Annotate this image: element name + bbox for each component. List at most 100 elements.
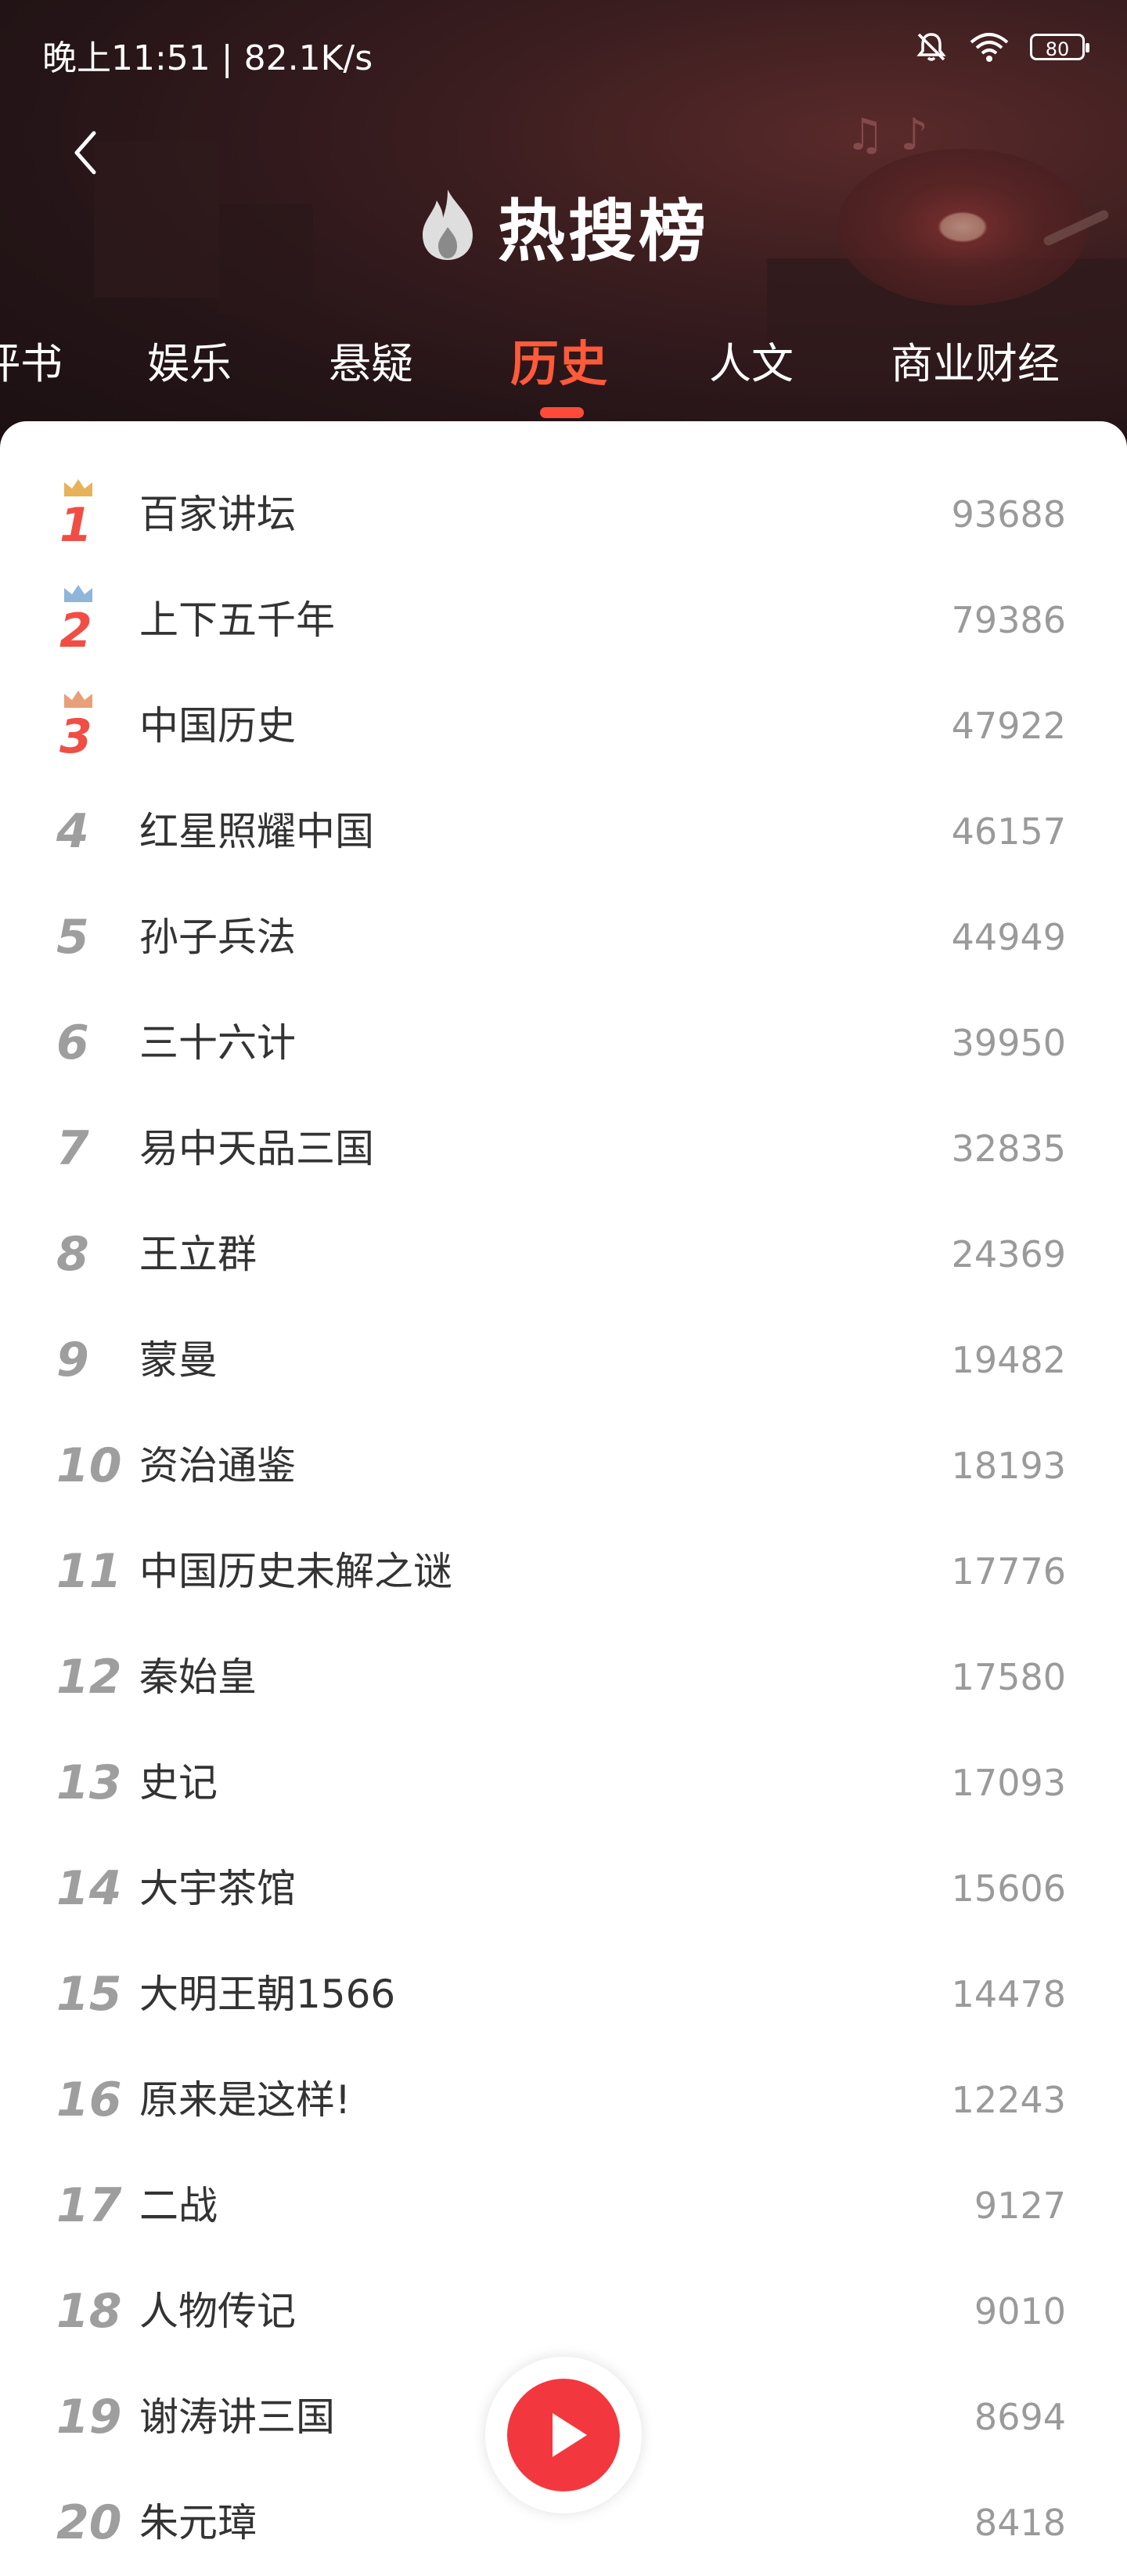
item-title: 蒙曼 (139, 1337, 218, 1383)
list-item[interactable]: 1 百家讲坛 93688 (0, 462, 1127, 568)
item-heat-count: 19482 (951, 1339, 1066, 1381)
tab-business-finance[interactable]: 商业财经 (891, 329, 1060, 391)
rank-label: 3 (59, 709, 92, 764)
tab-pingshu[interactable]: 评书 (0, 329, 63, 391)
rank-number: 14 (47, 1836, 125, 1942)
list-item[interactable]: 9 蒙曼 19482 (0, 1308, 1127, 1413)
rank-number: 5 (47, 885, 125, 990)
list-item[interactable]: 4 红星照耀中国 46157 (0, 779, 1127, 885)
ranking-card: 1 百家讲坛 93688 2 上下五千年 79386 3 中国历史 47922 4 红星照耀中国 46… (0, 421, 1127, 2550)
rank-label: 1 (59, 498, 92, 553)
item-heat-count: 44949 (951, 916, 1066, 958)
item-title: 中国历史 (139, 703, 296, 749)
item-title: 中国历史未解之谜 (139, 1549, 452, 1594)
rank-label: 8 (56, 1227, 89, 1282)
list-item[interactable]: 15 大明王朝1566 14478 (0, 1942, 1127, 2047)
list-item[interactable]: 3 中国历史 47922 (0, 673, 1127, 779)
item-heat-count: 9127 (974, 2185, 1066, 2227)
page-title: 热搜榜 (498, 193, 709, 271)
list-item[interactable]: 16 原来是这样! 12243 (0, 2047, 1127, 2153)
item-title: 秦始皇 (139, 1654, 257, 1700)
player-float[interactable] (485, 2357, 642, 2513)
rank-label: 12 (56, 1650, 122, 1705)
list-item[interactable]: 17 二战 9127 (0, 2153, 1127, 2259)
tab-humanities[interactable]: 人文 (709, 329, 794, 391)
status-bar: 晚上11:51 | 82.1K/s 80 (0, 0, 1127, 102)
status-icons: 80 (914, 30, 1089, 64)
item-heat-count: 39950 (951, 1022, 1066, 1064)
rank-number: 18 (47, 2259, 125, 2365)
item-heat-count: 17580 (951, 1656, 1066, 1698)
item-heat-count: 47922 (951, 705, 1066, 747)
rank-label: 7 (56, 1121, 89, 1176)
back-button[interactable] (63, 125, 110, 180)
rank-number: 8 (47, 1202, 125, 1308)
rank-label: 14 (56, 1861, 122, 1916)
rank-label: 9 (56, 1333, 89, 1387)
list-item[interactable]: 11 中国历史未解之谜 17776 (0, 1519, 1127, 1625)
rank-label: 15 (56, 1967, 122, 2022)
item-heat-count: 18193 (951, 1445, 1066, 1487)
bell-off-icon (914, 30, 949, 64)
item-heat-count: 17776 (951, 1550, 1066, 1593)
list-item[interactable]: 7 易中天品三国 32835 (0, 1096, 1127, 1202)
list-item[interactable]: 14 大宇茶馆 15606 (0, 1836, 1127, 1942)
tab-entertainment[interactable]: 娱乐 (147, 329, 232, 391)
rank-number: 2 (47, 568, 125, 673)
item-title: 易中天品三国 (139, 1126, 374, 1171)
item-heat-count: 8418 (974, 2502, 1066, 2544)
category-tabs: 评书 娱乐 悬疑 历史 人文 商业财经 (0, 329, 1127, 392)
rank-label: 16 (56, 2073, 122, 2127)
item-title: 朱元璋 (139, 2500, 257, 2545)
rank-number: 11 (47, 1519, 125, 1625)
list-item[interactable]: 5 孙子兵法 44949 (0, 885, 1127, 990)
list-item[interactable]: 18 人物传记 9010 (0, 2259, 1127, 2365)
list-item[interactable]: 10 资治通鉴 18193 (0, 1413, 1127, 1519)
item-title: 资治通鉴 (139, 1443, 296, 1488)
rank-number: 20 (47, 2470, 125, 2576)
rank-number: 12 (47, 1625, 125, 1730)
item-heat-count: 8694 (974, 2396, 1066, 2438)
rank-number: 7 (47, 1096, 125, 1202)
item-title: 孙子兵法 (139, 915, 296, 960)
wifi-icon (969, 31, 1010, 63)
list-item[interactable]: 12 秦始皇 17580 (0, 1625, 1127, 1730)
play-button[interactable] (507, 2379, 620, 2491)
item-title: 原来是这样! (139, 2077, 351, 2123)
rank-label: 5 (56, 910, 89, 965)
tab-suspense[interactable]: 悬疑 (329, 329, 413, 391)
list-item[interactable]: 6 三十六计 39950 (0, 990, 1127, 1096)
rank-number: 9 (47, 1308, 125, 1413)
item-heat-count: 15606 (951, 1867, 1066, 1910)
item-title: 三十六计 (139, 1020, 296, 1066)
item-title: 红星照耀中国 (139, 809, 374, 854)
rank-number: 13 (47, 1730, 125, 1836)
item-title: 史记 (139, 1760, 218, 1806)
rank-label: 6 (56, 1016, 89, 1070)
rank-number: 6 (47, 990, 125, 1096)
item-heat-count: 32835 (951, 1127, 1066, 1170)
item-title: 谢涛讲三国 (139, 2394, 335, 2440)
rank-number: 19 (47, 2365, 125, 2470)
rank-label: 4 (56, 804, 89, 859)
flame-icon (418, 186, 477, 265)
rank-number: 15 (47, 1942, 125, 2047)
rank-label: 17 (56, 2178, 122, 2233)
item-title: 百家讲坛 (139, 492, 296, 537)
item-heat-count: 24369 (951, 1233, 1066, 1275)
tab-history[interactable]: 历史 (510, 324, 607, 395)
list-item[interactable]: 13 史记 17093 (0, 1730, 1127, 1836)
rank-label: 18 (56, 2284, 122, 2339)
item-title: 二战 (139, 2183, 218, 2228)
rank-label: 13 (56, 1755, 122, 1810)
list-item[interactable]: 2 上下五千年 79386 (0, 568, 1127, 673)
item-heat-count: 79386 (951, 599, 1066, 641)
rank-number: 17 (47, 2153, 125, 2259)
rank-number: 4 (47, 779, 125, 885)
list-item[interactable]: 8 王立群 24369 (0, 1202, 1127, 1308)
rank-number: 16 (47, 2047, 125, 2153)
item-heat-count: 93688 (951, 493, 1066, 536)
item-title: 上下五千年 (139, 597, 335, 643)
chevron-left-icon (74, 131, 96, 175)
item-heat-count: 14478 (951, 1973, 1066, 2015)
